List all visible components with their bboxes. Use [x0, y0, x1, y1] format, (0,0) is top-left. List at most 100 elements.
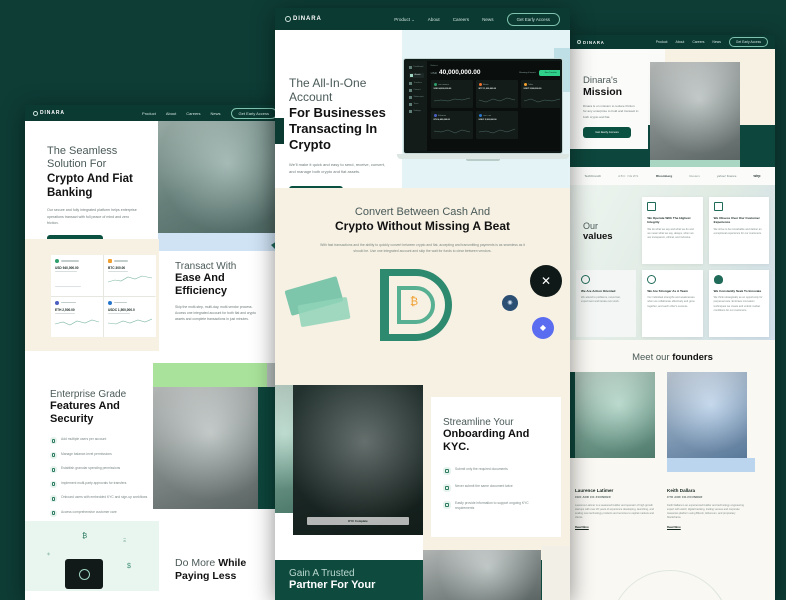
balance-card-btc[interactable]: BTC 300.00	[104, 255, 156, 296]
feature-item: Add multiple users per account	[50, 437, 155, 445]
nav-links: Product About Careers News Get Early Acc…	[142, 107, 277, 119]
brand-logo[interactable]: DINARA	[577, 40, 605, 45]
nav-links: Product About Careers News Get Early Acc…	[656, 37, 768, 47]
kyc-photo-main: KYC Complete	[293, 385, 423, 535]
transact-title-light: Transact With	[175, 261, 237, 272]
sidebar-item-label: Convert	[413, 89, 421, 92]
feature-item: Implement multi-party approvals for tran…	[50, 480, 155, 488]
sparkline-icon	[107, 318, 153, 324]
brand-name: DINARA	[293, 16, 322, 22]
dashboard-total-row: USD 40,000,000.00 Showing all assets New…	[431, 69, 560, 76]
founder-read-more-link[interactable]: Read More	[667, 526, 747, 529]
founder-card[interactable]: Keith Dallara CTO AND CO-FOUNDER Keith D…	[667, 372, 755, 529]
sidebar-item-settings[interactable]: Settings	[409, 110, 424, 113]
asset-tile[interactable]: Bitcoin BTC 11,000,000.00	[475, 80, 518, 108]
nav-item-careers[interactable]: Careers	[186, 111, 200, 116]
asset-icon	[478, 83, 482, 86]
nav-cta-button[interactable]: Get Early Access	[728, 37, 768, 47]
feature-item: Establish granular spending permissions	[50, 466, 155, 474]
nav-item-product[interactable]: Product	[142, 111, 156, 116]
gear-icon	[409, 110, 412, 113]
asset-tile[interactable]: Ethereum ETH 4,600,000.00	[430, 111, 473, 139]
feature-label: Manage balance-level permissions	[61, 451, 112, 456]
asset-filter-dropdown[interactable]: Showing all assets	[519, 72, 536, 74]
nav-item-news[interactable]: News	[712, 40, 720, 44]
founder-card[interactable]: Laurence Latimer CEO AND CO-FOUNDER Laur…	[575, 372, 655, 529]
chart-icon	[50, 451, 57, 459]
mockup-panel-center[interactable]: DINARA Product ⌄ About Careers News Get …	[275, 8, 570, 600]
brand-logo[interactable]: DINARA	[33, 110, 65, 116]
sidebar-item-transfers[interactable]: Transfers	[409, 82, 424, 85]
target-icon: ◉	[507, 300, 513, 307]
value-card[interactable]: We Operate With The Highest Integrity We…	[642, 197, 703, 264]
network-icon	[647, 275, 657, 284]
founder-bio: Laurence Latimer is a seasoned builder a…	[575, 503, 654, 520]
founder-photo	[667, 372, 747, 458]
nav-item-about[interactable]: About	[428, 17, 440, 22]
asset-amount: ETH 4,600,000.00	[433, 119, 450, 121]
section-convert: Convert Between Cash And Crypto Without …	[275, 188, 570, 385]
document-icon	[443, 466, 451, 475]
sidebar-item-team[interactable]: Team	[409, 103, 424, 106]
press-logo: wirp	[753, 174, 761, 178]
nav-right: DINARA Product About Careers News Get Ea…	[570, 35, 775, 49]
mockup-panel-right[interactable]: DINARA Product About Careers News Get Ea…	[570, 35, 775, 600]
feature-label: Easily provide information to support on…	[455, 500, 529, 510]
mission-cta-button[interactable]: Get Early Access	[583, 126, 631, 138]
nav-item-careers[interactable]: Careers	[692, 40, 704, 44]
total-amount: 40,000,000.00	[438, 69, 481, 76]
floating-chip-diamond: ◆	[532, 316, 554, 339]
sidebar-item-dashboard[interactable]: Dashboard	[409, 66, 424, 69]
sidebar-item-label: Dashboard	[413, 66, 424, 69]
value-card-title: We Operate With The Highest Integrity	[647, 216, 691, 225]
sparkline-icon	[54, 319, 100, 326]
value-card-title: We Obsess Over Our Customer Experience	[713, 216, 760, 225]
balance-card-usd[interactable]: USD 940,000.00	[51, 255, 103, 296]
value-card[interactable]: We Are Action Oriented We attend to prob…	[576, 270, 637, 337]
press-logo: Bloomberg	[655, 174, 673, 178]
nav-item-product[interactable]: Product ⌄	[394, 17, 414, 22]
value-card[interactable]: We Are Stronger As A Team Our individual…	[642, 270, 703, 337]
values-card-grid: We Operate With The Highest Integrity We…	[570, 197, 775, 337]
nav-item-about[interactable]: About	[675, 40, 684, 44]
nav-cta-button[interactable]: Get Early Access	[230, 107, 277, 119]
sidebar-item-statements[interactable]: Statements	[409, 96, 424, 99]
nav-item-about[interactable]: About	[166, 111, 176, 116]
nav-item-news[interactable]: News	[211, 111, 221, 116]
sidebar-item-convert[interactable]: Convert	[409, 89, 424, 92]
shield-icon	[50, 466, 57, 474]
balance-card-usdc[interactable]: USDC 1,500,000.0	[104, 296, 156, 337]
mockup-panel-left[interactable]: DINARA Product About Careers News Get Ea…	[25, 105, 285, 600]
new-transfer-button[interactable]: New Transfer	[538, 69, 560, 76]
floating-chip-circle: ◉	[502, 294, 518, 311]
nav-item-product[interactable]: Product	[656, 40, 668, 44]
value-card[interactable]: We Obsess Over Our Customer Experience W…	[708, 197, 769, 264]
coin-glyph-usd: $	[127, 563, 131, 570]
hero-title-light: The Seamless Solution For	[47, 145, 118, 171]
nav-center: DINARA Product ⌄ About Careers News Get …	[275, 8, 570, 30]
mission-title-bold: Mission	[583, 86, 623, 98]
asset-tile[interactable]: USD Balance USD 24,000,000.00	[430, 80, 473, 108]
sidebar-item-label: Assets	[414, 74, 421, 77]
nav-item-careers[interactable]: Careers	[453, 17, 469, 22]
feature-item: Access comprehensive customer care	[50, 509, 155, 517]
transfer-icon	[409, 82, 412, 85]
convert-title-light: Convert Between Cash And	[354, 206, 491, 218]
section-do-more: ₿ Ξ ◈ $ Do More While Paying Less	[25, 521, 285, 600]
sidebar-item-label: Team	[413, 103, 419, 106]
dashboard-sidebar: Dashboard Assets Transfers Convert State…	[406, 61, 427, 151]
value-card-body: We attend to problems, move fast, experi…	[581, 296, 621, 304]
founders-bottom-arc	[610, 570, 730, 600]
asset-icon	[108, 300, 112, 305]
founder-role: CEO AND CO-FOUNDER	[575, 495, 611, 499]
brand-logo[interactable]: DINARA	[285, 16, 322, 22]
nav-cta-button[interactable]: Get Early Access	[506, 12, 560, 26]
asset-tile[interactable]: Tether USDT 2,900,000.00	[520, 80, 560, 108]
asset-tile[interactable]: USD Coin USDC 2,300,000.00	[475, 111, 518, 139]
sidebar-item-assets[interactable]: Assets	[409, 73, 424, 78]
balance-card-eth[interactable]: ETH 2,500.00	[51, 296, 103, 337]
value-card[interactable]: We Constantly Seek To Innovate We think …	[708, 270, 769, 337]
asset-icon	[478, 114, 482, 117]
nav-item-news[interactable]: News	[482, 17, 494, 22]
founder-read-more-link[interactable]: Read More	[575, 526, 655, 529]
